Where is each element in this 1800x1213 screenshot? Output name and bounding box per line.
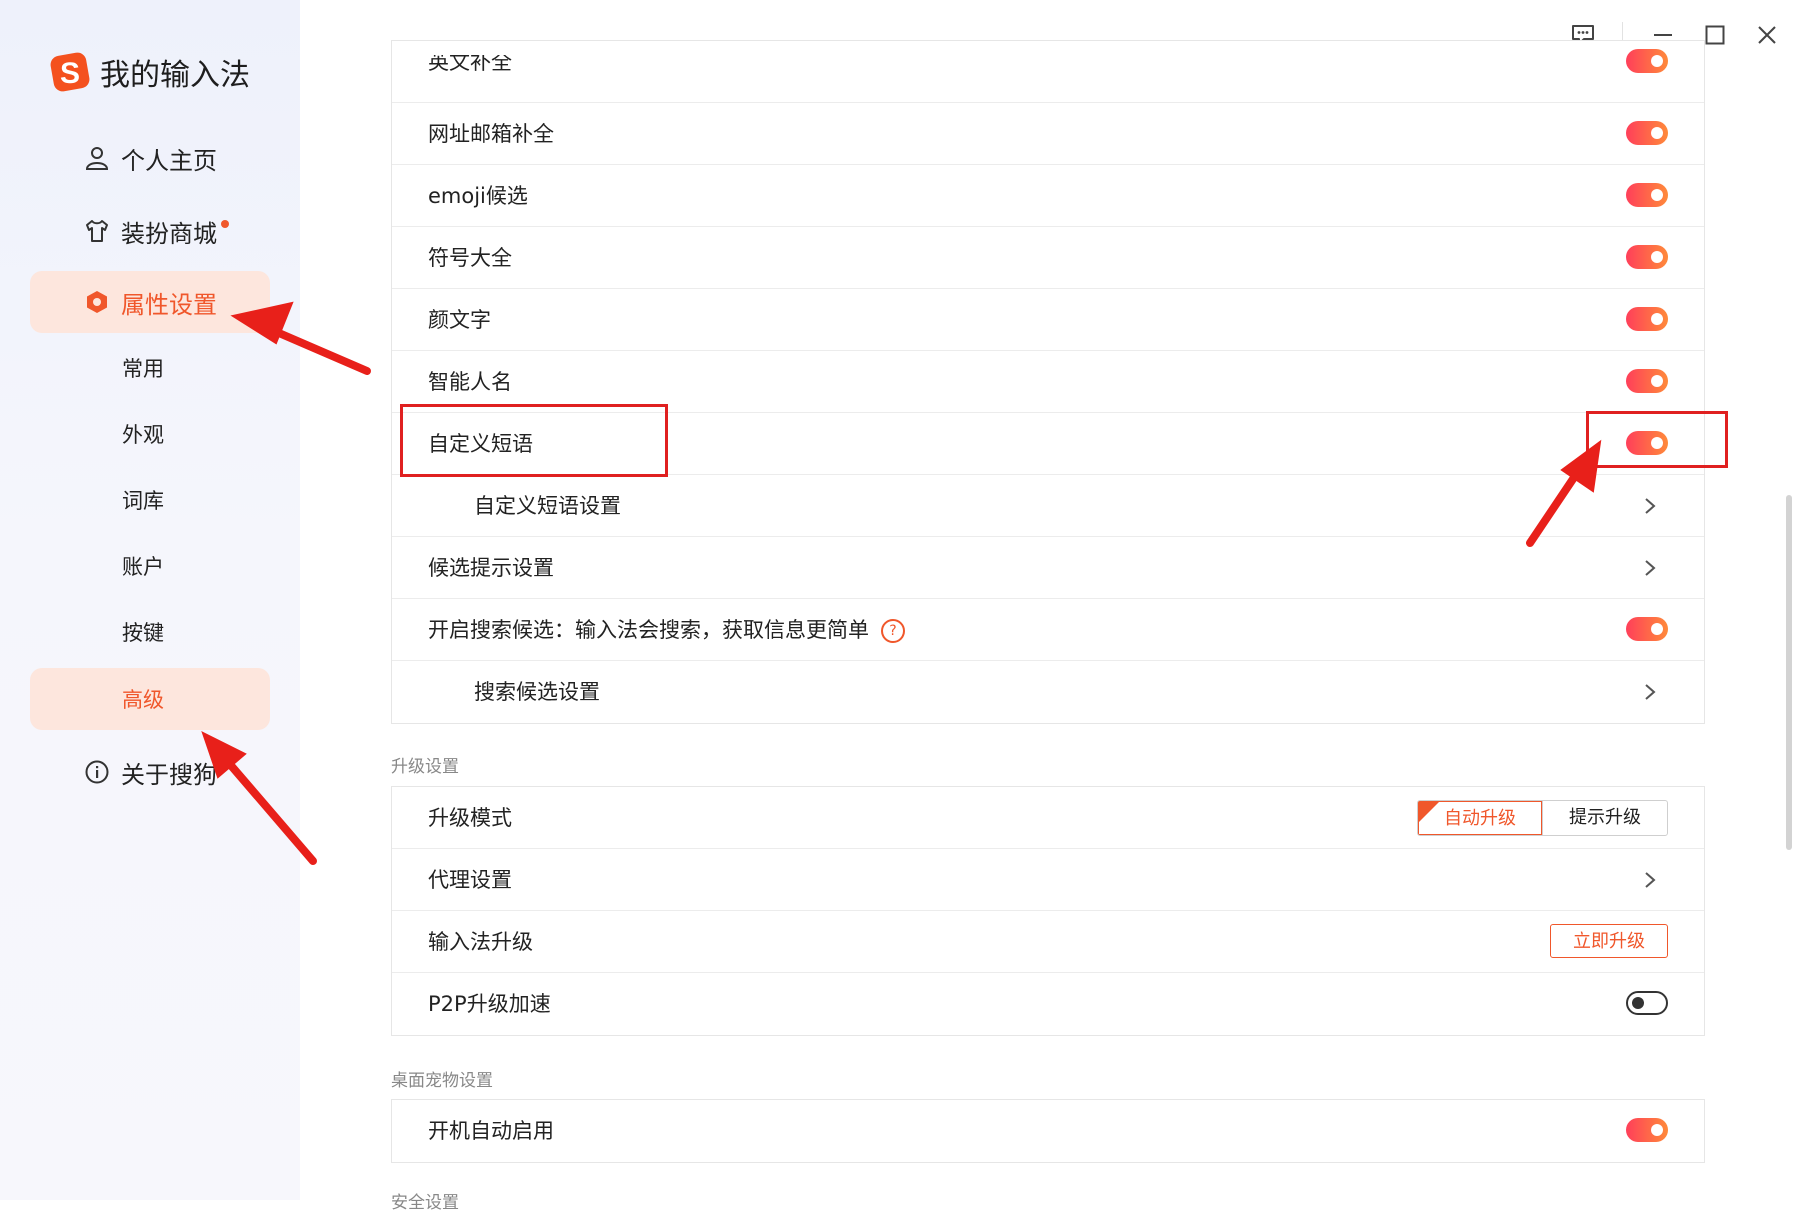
sidebar-item-label: 装扮商城 bbox=[121, 219, 217, 248]
sidebar-subitem-common[interactable]: 常用 bbox=[30, 337, 270, 399]
sidebar-subitem-account[interactable]: 账户 bbox=[30, 535, 270, 597]
upgrade-mode-prompt[interactable]: 提示升级 bbox=[1542, 801, 1667, 835]
english-completion-toggle[interactable] bbox=[1626, 49, 1668, 73]
row-label: 升级模式 bbox=[428, 806, 512, 830]
brand: S 我的输入法 bbox=[50, 50, 250, 94]
symbols-toggle[interactable] bbox=[1626, 245, 1668, 269]
settings-hex-icon bbox=[87, 291, 107, 313]
chevron-right-icon[interactable] bbox=[1644, 871, 1656, 889]
upgrade-mode-auto[interactable]: 自动升级 bbox=[1418, 801, 1542, 835]
settings-row-emoji: emoji候选 bbox=[392, 165, 1704, 227]
smart-name-toggle[interactable] bbox=[1626, 369, 1668, 393]
sidebar-subitem-keys[interactable]: 按键 bbox=[30, 601, 270, 663]
settings-row-url-email: 网址邮箱补全 bbox=[392, 103, 1704, 165]
row-label: 输入法升级 bbox=[428, 930, 533, 954]
row-label: 英文补全 bbox=[428, 50, 512, 74]
chevron-right-icon[interactable] bbox=[1644, 497, 1656, 515]
settings-row-upgrade-mode: 升级模式 自动升级 提示升级 bbox=[392, 787, 1704, 849]
pet-autostart-toggle[interactable] bbox=[1626, 1118, 1668, 1142]
highlight-box-custom-phrase bbox=[400, 404, 668, 477]
settings-row-ime-upgrade: 输入法升级 立即升级 bbox=[392, 911, 1704, 973]
sidebar-item-profile[interactable]: 个人主页 bbox=[30, 127, 270, 189]
upgrade-card: 升级模式 自动升级 提示升级 代理设置 输入法升级 立即升级 P2P升级加速 bbox=[391, 786, 1705, 1036]
emoji-toggle[interactable] bbox=[1626, 183, 1668, 207]
pet-section-title: 桌面宠物设置 bbox=[391, 1071, 493, 1091]
search-candidate-toggle[interactable] bbox=[1626, 617, 1668, 641]
row-label: 自定义短语设置 bbox=[474, 494, 621, 518]
shirt-icon bbox=[86, 220, 108, 242]
sidebar-item-label: 个人主页 bbox=[121, 146, 217, 175]
settings-row-candidate-hint[interactable]: 候选提示设置 bbox=[392, 537, 1704, 599]
settings-row-custom-phrase-settings[interactable]: 自定义短语设置 bbox=[392, 475, 1704, 537]
app-title: 我的输入法 bbox=[100, 58, 250, 93]
row-label: 网址邮箱补全 bbox=[428, 122, 554, 146]
upgrade-section-title: 升级设置 bbox=[391, 757, 459, 777]
settings-row-search-candidate: 开启搜索候选：输入法会搜索，获取信息更简单? bbox=[392, 599, 1704, 661]
settings-row-p2p: P2P升级加速 bbox=[392, 973, 1704, 1035]
search-candidate-text: 开启搜索候选：输入法会搜索，获取信息更简单 bbox=[428, 618, 869, 642]
scrollbar-thumb[interactable] bbox=[1786, 495, 1792, 850]
help-icon[interactable]: ? bbox=[881, 619, 905, 643]
security-section-title: 安全设置 bbox=[391, 1193, 459, 1213]
new-dot-badge bbox=[221, 220, 229, 228]
sidebar: S 我的输入法 个人主页 装扮商城 属性设置 常用 外观 词库 账户 按键 高级 bbox=[0, 0, 300, 1200]
settings-row-partial: 英文补全 bbox=[392, 41, 1704, 103]
sidebar-subitem-advanced[interactable]: 高级 bbox=[30, 668, 270, 730]
p2p-toggle[interactable] bbox=[1626, 991, 1668, 1015]
maximize-icon bbox=[1705, 25, 1725, 45]
sidebar-item-about[interactable]: 关于搜狗 bbox=[30, 741, 270, 803]
row-label: emoji候选 bbox=[428, 184, 528, 208]
upgrade-now-button[interactable]: 立即升级 bbox=[1550, 924, 1668, 958]
upgrade-mode-segmented: 自动升级 提示升级 bbox=[1417, 800, 1668, 836]
row-label: 符号大全 bbox=[428, 246, 512, 270]
sidebar-subitem-appearance[interactable]: 外观 bbox=[30, 403, 270, 465]
row-label: P2P升级加速 bbox=[428, 992, 551, 1016]
url-email-toggle[interactable] bbox=[1626, 121, 1668, 145]
highlight-box-custom-phrase-toggle bbox=[1586, 411, 1728, 468]
chevron-right-icon[interactable] bbox=[1644, 683, 1656, 701]
user-icon bbox=[85, 147, 109, 170]
row-label: 开机自动启用 bbox=[428, 1119, 554, 1143]
settings-row-symbols: 符号大全 bbox=[392, 227, 1704, 289]
row-label: 开启搜索候选：输入法会搜索，获取信息更简单? bbox=[428, 599, 905, 661]
sidebar-item-property-settings[interactable]: 属性设置 bbox=[30, 271, 270, 333]
close-icon bbox=[1758, 26, 1776, 44]
info-icon bbox=[85, 760, 109, 784]
kaomoji-toggle[interactable] bbox=[1626, 307, 1668, 331]
svg-text:S: S bbox=[60, 57, 80, 90]
sidebar-item-label: 属性设置 bbox=[121, 290, 217, 319]
chevron-right-icon[interactable] bbox=[1644, 559, 1656, 577]
close-button[interactable] bbox=[1750, 20, 1784, 50]
sogou-logo-icon: S bbox=[50, 52, 90, 92]
pet-card: 开机自动启用 bbox=[391, 1099, 1705, 1163]
settings-row-proxy[interactable]: 代理设置 bbox=[392, 849, 1704, 911]
settings-row-pet-autostart: 开机自动启用 bbox=[392, 1100, 1704, 1162]
settings-row-search-candidate-settings[interactable]: 搜索候选设置 bbox=[392, 661, 1704, 723]
sidebar-item-label: 关于搜狗 bbox=[121, 760, 217, 789]
settings-row-kaomoji: 颜文字 bbox=[392, 289, 1704, 351]
input-options-card: 英文补全 网址邮箱补全 emoji候选 符号大全 颜文字 智能人名 自定义短语 … bbox=[391, 40, 1705, 724]
row-label: 候选提示设置 bbox=[428, 556, 554, 580]
sidebar-subitem-dictionary[interactable]: 词库 bbox=[30, 469, 270, 531]
sidebar-item-skin-store[interactable]: 装扮商城 bbox=[30, 200, 270, 262]
row-label: 颜文字 bbox=[428, 308, 491, 332]
row-label: 代理设置 bbox=[428, 868, 512, 892]
row-label: 搜索候选设置 bbox=[474, 680, 600, 704]
